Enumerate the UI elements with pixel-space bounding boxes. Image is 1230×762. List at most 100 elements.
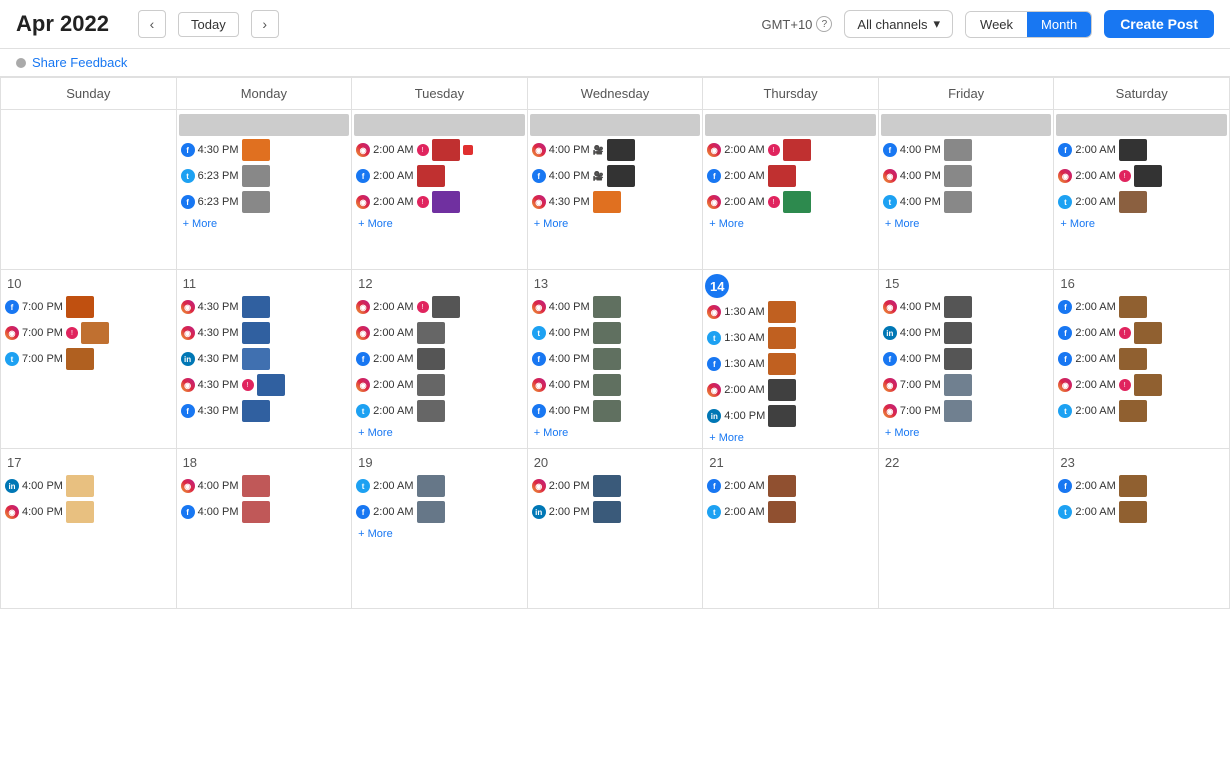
week-button[interactable]: Week <box>966 12 1027 37</box>
more-link-w2-tue[interactable]: + More <box>354 425 525 441</box>
event-w1-tue-1[interactable]: ◉ 2:00 AM ! <box>354 138 525 162</box>
event-w1-thu-2[interactable]: f 2:00 AM <box>705 164 876 188</box>
event-w2-wed-2[interactable]: t 4:00 PM <box>530 321 701 345</box>
event-w1-fri-1[interactable]: f 4:00 PM <box>881 138 1052 162</box>
event-w3-thu-2[interactable]: t 2:00 AM <box>705 500 876 524</box>
event-w2-fri-5[interactable]: ◉ 7:00 PM <box>881 399 1052 423</box>
event-w1-tue-3[interactable]: ◉ 2:00 AM ! <box>354 190 525 214</box>
notif-badge: ! <box>242 379 254 391</box>
event-w1-thu-3[interactable]: ◉ 2:00 AM ! <box>705 190 876 214</box>
day-number-23: 23 <box>1056 453 1078 472</box>
event-w1-wed-1[interactable]: ◉ 4:00 PM 🎥 <box>530 138 701 162</box>
more-link-w1-wed[interactable]: + More <box>530 216 701 232</box>
more-link-w1-mon[interactable]: + More <box>179 216 350 232</box>
event-thumb <box>242 165 270 187</box>
feedback-label[interactable]: Share Feedback <box>32 55 127 70</box>
today-button[interactable]: Today <box>178 12 239 37</box>
event-w1-wed-3[interactable]: ◉ 4:30 PM <box>530 190 701 214</box>
event-w2-tue-1[interactable]: ◉ 2:00 AM ! <box>354 295 525 319</box>
more-link-w2-fri[interactable]: + More <box>881 425 1052 441</box>
channels-button[interactable]: All channels ▾ <box>844 10 953 38</box>
tw-icon: t <box>1058 505 1072 519</box>
notif-badge: ! <box>1119 170 1131 182</box>
event-w2-thu-3[interactable]: f 1:30 AM <box>705 352 876 376</box>
event-w2-thu-1[interactable]: ◉ 1:30 AM <box>705 300 876 324</box>
event-w3-sat-1[interactable]: f 2:00 AM <box>1056 474 1227 498</box>
event-w2-fri-1[interactable]: ◉ 4:00 PM <box>881 295 1052 319</box>
event-w2-fri-3[interactable]: f 4:00 PM <box>881 347 1052 371</box>
event-w2-sun-2[interactable]: ◉ 7:00 PM ! <box>3 321 174 345</box>
notif-badge: ! <box>1119 379 1131 391</box>
more-link-w3-tue[interactable]: + More <box>354 526 525 542</box>
event-w3-sat-2[interactable]: t 2:00 AM <box>1056 500 1227 524</box>
prev-button[interactable]: ‹ <box>138 10 166 38</box>
more-link-w1-tue[interactable]: + More <box>354 216 525 232</box>
event-w2-wed-5[interactable]: f 4:00 PM <box>530 399 701 423</box>
fb-icon: f <box>181 195 195 209</box>
day-cell-w2-sun: 10 f 7:00 PM ◉ 7:00 PM ! t 7:00 PM <box>1 270 177 449</box>
more-link-w1-sun[interactable] <box>3 114 174 118</box>
day-cell-w1-wed: ◉ 4:00 PM 🎥 f 4:00 PM 🎥 ◉ 4:30 PM + More <box>528 110 704 270</box>
event-w1-mon-3[interactable]: f 6:23 PM <box>179 190 350 214</box>
event-w3-wed-2[interactable]: in 2:00 PM <box>530 500 701 524</box>
more-link-w1-thu[interactable]: + More <box>705 216 876 232</box>
event-w3-sun-2[interactable]: ◉ 4:00 PM <box>3 500 174 524</box>
event-w3-sun-1[interactable]: in 4:00 PM <box>3 474 174 498</box>
notif-badge: ! <box>768 144 780 156</box>
event-w1-mon-1[interactable]: f 4:30 PM <box>179 138 350 162</box>
event-w3-mon-2[interactable]: f 4:00 PM <box>179 500 350 524</box>
event-w2-sat-1[interactable]: f 2:00 AM <box>1056 295 1227 319</box>
event-w2-sat-5[interactable]: t 2:00 AM <box>1056 399 1227 423</box>
event-w2-mon-3[interactable]: in 4:30 PM <box>179 347 350 371</box>
event-w2-sat-3[interactable]: f 2:00 AM <box>1056 347 1227 371</box>
event-w2-tue-5[interactable]: t 2:00 AM <box>354 399 525 423</box>
more-link-w2-thu[interactable]: + More <box>705 430 876 446</box>
next-button[interactable]: › <box>251 10 279 38</box>
event-w1-fri-2[interactable]: ◉ 4:00 PM <box>881 164 1052 188</box>
event-w2-tue-3[interactable]: f 2:00 AM <box>354 347 525 371</box>
event-w2-mon-4[interactable]: ◉ 4:30 PM ! <box>179 373 350 397</box>
day-header-tue: Tuesday <box>352 78 528 110</box>
event-w1-fri-3[interactable]: t 4:00 PM <box>881 190 1052 214</box>
event-w1-tue-2[interactable]: f 2:00 AM <box>354 164 525 188</box>
event-w2-mon-2[interactable]: ◉ 4:30 PM <box>179 321 350 345</box>
event-w1-sat-3[interactable]: t 2:00 AM <box>1056 190 1227 214</box>
event-w2-sat-4[interactable]: ◉ 2:00 AM ! <box>1056 373 1227 397</box>
event-w3-thu-1[interactable]: f 2:00 AM <box>705 474 876 498</box>
event-w1-sat-2[interactable]: ◉ 2:00 AM ! <box>1056 164 1227 188</box>
month-button[interactable]: Month <box>1027 12 1091 37</box>
help-icon[interactable]: ? <box>816 16 832 32</box>
day-cell-w2-fri: 15 ◉ 4:00 PM in 4:00 PM f 4:00 PM ◉ 7:00… <box>879 270 1055 449</box>
event-w2-fri-4[interactable]: ◉ 7:00 PM <box>881 373 1052 397</box>
event-w2-wed-4[interactable]: ◉ 4:00 PM <box>530 373 701 397</box>
event-w2-fri-2[interactable]: in 4:00 PM <box>881 321 1052 345</box>
event-w2-sat-2[interactable]: f 2:00 AM ! <box>1056 321 1227 345</box>
event-w3-tue-2[interactable]: f 2:00 AM <box>354 500 525 524</box>
event-w2-mon-1[interactable]: ◉ 4:30 PM <box>179 295 350 319</box>
event-w2-sun-1[interactable]: f 7:00 PM <box>3 295 174 319</box>
event-w2-sun-3[interactable]: t 7:00 PM <box>3 347 174 371</box>
event-w3-wed-1[interactable]: ◉ 2:00 PM <box>530 474 701 498</box>
day-cell-w2-wed: 13 ◉ 4:00 PM t 4:00 PM f 4:00 PM ◉ 4:00 … <box>528 270 704 449</box>
event-thumb <box>1119 139 1147 161</box>
create-post-button[interactable]: Create Post <box>1104 10 1214 38</box>
event-w2-thu-5[interactable]: in 4:00 PM <box>705 404 876 428</box>
more-link-w2-wed[interactable]: + More <box>530 425 701 441</box>
event-w2-mon-5[interactable]: f 4:30 PM <box>179 399 350 423</box>
event-w2-tue-2[interactable]: ◉ 2:00 AM <box>354 321 525 345</box>
event-w1-mon-2[interactable]: t 6:23 PM <box>179 164 350 188</box>
event-w3-mon-1[interactable]: ◉ 4:00 PM <box>179 474 350 498</box>
day-header-wed: Wednesday <box>528 78 704 110</box>
event-w3-tue-1[interactable]: t 2:00 AM <box>354 474 525 498</box>
event-w1-sat-1[interactable]: f 2:00 AM <box>1056 138 1227 162</box>
ig-icon: ◉ <box>181 300 195 314</box>
event-w2-thu-4[interactable]: ◉ 2:00 AM <box>705 378 876 402</box>
event-w2-wed-1[interactable]: ◉ 4:00 PM <box>530 295 701 319</box>
event-w2-wed-3[interactable]: f 4:00 PM <box>530 347 701 371</box>
event-w1-wed-2[interactable]: f 4:00 PM 🎥 <box>530 164 701 188</box>
event-w2-tue-4[interactable]: ◉ 2:00 AM <box>354 373 525 397</box>
event-w2-thu-2[interactable]: t 1:30 AM <box>705 326 876 350</box>
event-w1-thu-1[interactable]: ◉ 2:00 AM ! <box>705 138 876 162</box>
more-link-w1-sat[interactable]: + More <box>1056 216 1227 232</box>
more-link-w1-fri[interactable]: + More <box>881 216 1052 232</box>
